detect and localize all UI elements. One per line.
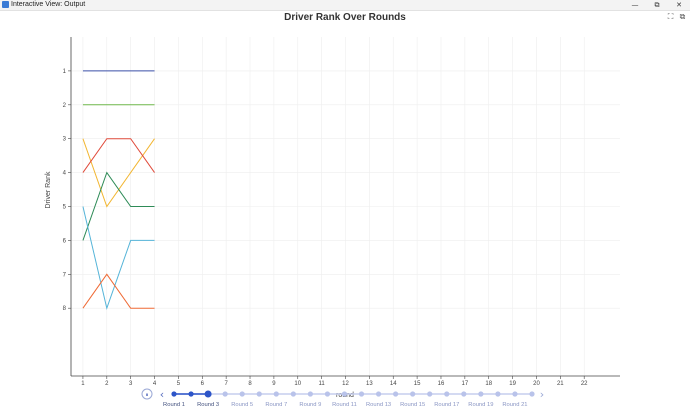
y-axis-label: Driver Rank: [45, 171, 52, 208]
x-tick-label: 2: [105, 381, 109, 387]
slider-point[interactable]: [529, 391, 535, 397]
y-tick-label: 3: [63, 137, 67, 143]
slider-point[interactable]: [358, 391, 365, 397]
slider-point[interactable]: [188, 391, 194, 397]
slider-point[interactable]: [427, 391, 433, 397]
slider-point[interactable]: [444, 391, 450, 397]
slider-point[interactable]: [495, 391, 501, 397]
slider-point[interactable]: [222, 391, 228, 397]
x-tick-label: 8: [248, 381, 252, 387]
next-button[interactable]: ›: [540, 388, 544, 401]
slider-point[interactable]: [239, 391, 245, 397]
x-tick-label: 20: [533, 381, 540, 387]
y-tick-label: 7: [63, 272, 67, 278]
x-tick-label: 11: [319, 381, 326, 387]
slider-point[interactable]: [478, 391, 484, 397]
x-tick-label: 13: [366, 381, 373, 387]
slider-label: Round 17: [434, 402, 459, 408]
slider-label: Round 11: [332, 402, 357, 408]
slider-point[interactable]: [273, 391, 279, 397]
slider-label: Round 5: [231, 402, 253, 408]
slider-label: Round 13: [366, 402, 391, 408]
slider-point[interactable]: [256, 391, 262, 397]
slider-point[interactable]: [512, 391, 518, 397]
slider-point[interactable]: [410, 391, 416, 397]
x-tick-label: 1: [81, 381, 85, 387]
y-tick-label: 6: [63, 238, 67, 244]
x-tick-label: 4: [153, 381, 157, 387]
x-tick-label: 7: [224, 381, 228, 387]
slider-point[interactable]: [324, 391, 331, 397]
x-tick-label: 17: [462, 381, 469, 387]
slider-point[interactable]: [307, 391, 313, 397]
x-tick-label: 15: [414, 381, 421, 387]
x-tick-label: 16: [438, 381, 445, 387]
x-tick-label: 22: [581, 381, 588, 387]
x-tick-label: 18: [485, 381, 492, 387]
slider-point[interactable]: [393, 391, 399, 397]
y-tick-label: 8: [63, 306, 67, 312]
y-tick-label: 1: [63, 69, 67, 75]
series-line-4: [82, 138, 155, 173]
slider-point[interactable]: [171, 391, 177, 397]
x-tick-label: 5: [177, 381, 181, 387]
x-tick-label: 12: [342, 381, 349, 387]
x-tick-label: 19: [509, 381, 516, 387]
x-tick-label: 10: [294, 381, 301, 387]
y-tick-label: 4: [63, 171, 67, 177]
x-tick-label: 9: [272, 381, 276, 387]
pause-icon: ⏸: [145, 392, 148, 399]
y-tick-label: 2: [63, 103, 67, 109]
slider-label: Round 19: [468, 402, 493, 408]
slider-point[interactable]: [341, 391, 348, 397]
slider-label: Round 3: [197, 402, 219, 408]
slider-label: Round 1: [163, 402, 185, 408]
series-line-7: [82, 273, 155, 309]
slider-label: Round 15: [400, 402, 425, 408]
rank-line-chart: 1 2 3 4 5 6 7 8 9 10 11 12 13 14 15 16 17 18 19 20 21 2212345…: [45, 37, 620, 408]
slider-label: Round 21: [502, 402, 527, 408]
slider-point[interactable]: [204, 390, 212, 398]
x-tick-label: 3: [129, 381, 133, 387]
x-tick-label: 6: [201, 381, 205, 387]
slider-point[interactable]: [461, 391, 467, 397]
x-tick-label: 14: [390, 381, 397, 387]
slider-label: Round 9: [299, 402, 321, 408]
prev-button[interactable]: ‹: [160, 388, 164, 401]
slider-point[interactable]: [290, 391, 296, 397]
slider-point[interactable]: [375, 391, 382, 397]
x-tick-label: 21: [557, 381, 564, 387]
slider-label: Round 7: [265, 402, 287, 408]
y-tick-label: 5: [63, 205, 67, 211]
